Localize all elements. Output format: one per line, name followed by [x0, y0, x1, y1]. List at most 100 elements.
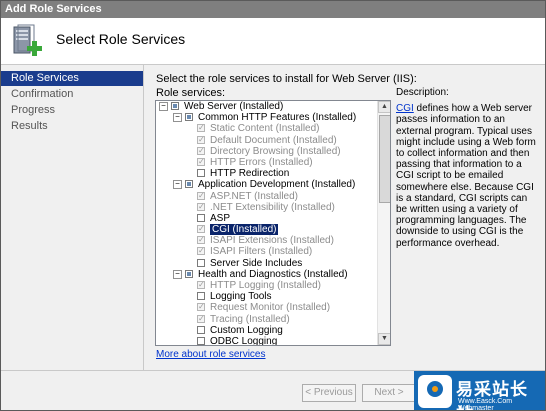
collapse-toggle-icon[interactable]: − — [173, 113, 182, 123]
role-service-label[interactable]: HTTP Errors (Installed) — [210, 157, 313, 168]
tree-row[interactable]: ✓ Request Monitor (Installed) — [156, 302, 377, 313]
scroll-down-arrow-icon[interactable]: ▼ — [378, 333, 390, 345]
more-about-role-services-link[interactable]: More about role services — [156, 349, 266, 360]
watermark-logo-icon — [418, 375, 452, 408]
watermark-banner: 易采站长站 Www.Easck.Com Webmaster — [414, 371, 545, 411]
tree-row[interactable]: ASP — [156, 213, 377, 224]
cgi-help-link[interactable]: CGI — [396, 103, 414, 114]
role-checkbox[interactable] — [197, 213, 205, 222]
role-checkbox: ✓ — [197, 280, 205, 289]
role-service-label[interactable]: ASP.NET (Installed) — [210, 191, 298, 202]
role-checkbox: ✓ — [197, 201, 205, 211]
role-checkbox[interactable] — [185, 180, 193, 189]
page-title: Select Role Services — [56, 31, 186, 47]
role-service-label[interactable]: Tracing (Installed) — [210, 314, 290, 325]
scroll-up-arrow-icon[interactable]: ▲ — [378, 101, 390, 113]
role-checkbox[interactable] — [197, 258, 205, 267]
tree-row[interactable]: ✓ ASP.NET (Installed) — [156, 191, 377, 202]
tree-row[interactable]: − Web Server (Installed) — [156, 101, 377, 112]
role-service-label[interactable]: Directory Browsing (Installed) — [210, 146, 341, 157]
wizard-button-bar: < Previous Next > 易采站长站 Www.Easck.Com We… — [1, 370, 545, 411]
tree-row[interactable]: ✓ HTTP Logging (Installed) — [156, 280, 377, 291]
tree-row[interactable]: ✓ HTTP Errors (Installed) — [156, 157, 377, 168]
description-body: CGI defines how a Web server passes info… — [396, 103, 541, 249]
tree-rows: − Web Server (Installed) − Common HTTP Feat… — [156, 101, 377, 345]
scroll-thumb[interactable] — [379, 115, 390, 203]
role-service-label[interactable]: Server Side Includes — [210, 258, 302, 269]
tree-row[interactable]: − Health and Diagnostics (Installed) — [156, 269, 377, 280]
role-checkbox[interactable] — [197, 325, 205, 334]
role-service-label[interactable]: CGI (Installed) — [210, 224, 279, 236]
tree-row[interactable]: ✓ Static Content (Installed) — [156, 123, 377, 134]
collapse-toggle-icon[interactable]: − — [159, 102, 168, 111]
role-services-tree[interactable]: − Web Server (Installed) − Common HTTP Feat… — [155, 100, 391, 346]
previous-button[interactable]: < Previous — [302, 384, 356, 402]
tree-row[interactable]: ✓ ISAPI Extensions (Installed) — [156, 235, 377, 246]
server-add-icon — [13, 24, 42, 56]
role-checkbox: ✓ — [197, 246, 205, 256]
tree-row[interactable]: Custom Logging — [156, 325, 377, 336]
role-services-label: Role services: — [156, 87, 226, 99]
instruction-text: Select the role services to install for … — [156, 73, 417, 85]
role-service-label[interactable]: .NET Extensibility (Installed) — [210, 202, 335, 213]
role-service-label[interactable]: Web Server (Installed) — [184, 101, 283, 112]
wizard-header: Select Role Services — [1, 18, 545, 65]
add-role-services-window: Add Role Services Select Role Services R… — [0, 0, 546, 411]
description-text: defines how a Web server passes informat… — [396, 103, 536, 249]
role-checkbox: ✓ — [197, 145, 205, 155]
collapse-toggle-icon[interactable]: − — [173, 269, 182, 279]
role-service-label[interactable]: Request Monitor (Installed) — [210, 302, 330, 313]
role-service-label[interactable]: ASP — [210, 213, 230, 224]
role-checkbox: ✓ — [197, 123, 205, 133]
role-checkbox[interactable] — [185, 113, 193, 122]
role-checkbox[interactable] — [197, 292, 205, 301]
role-checkbox[interactable] — [171, 102, 179, 110]
role-service-label[interactable]: Health and Diagnostics (Installed) — [198, 269, 348, 280]
step-progress: Progress — [11, 104, 56, 116]
role-service-label[interactable]: Static Content (Installed) — [210, 123, 320, 134]
tree-row[interactable]: ✓ .NET Extensibility (Installed) — [156, 202, 377, 213]
role-service-label[interactable]: Application Development (Installed) — [198, 179, 355, 190]
wizard-content: Select the role services to install for … — [144, 65, 545, 370]
tree-row[interactable]: − Application Development (Installed) — [156, 179, 377, 190]
role-checkbox: ✓ — [197, 235, 205, 245]
role-checkbox: ✓ — [197, 224, 205, 234]
next-button[interactable]: Next > — [362, 384, 416, 402]
role-service-label[interactable]: ISAPI Filters (Installed) — [210, 246, 312, 257]
role-checkbox: ✓ — [197, 156, 205, 166]
role-checkbox[interactable] — [197, 336, 205, 345]
role-service-label[interactable]: HTTP Redirection — [210, 168, 289, 179]
role-service-label[interactable]: ISAPI Extensions (Installed) — [210, 235, 334, 246]
tree-scrollbar[interactable]: ▲ ▼ — [377, 101, 390, 345]
description-heading: Description: — [396, 87, 449, 98]
tree-row[interactable]: ✓ ISAPI Filters (Installed) — [156, 246, 377, 257]
wizard-step-nav: Role Services Confirmation Progress Resu… — [1, 65, 144, 370]
role-service-label[interactable]: HTTP Logging (Installed) — [210, 280, 321, 291]
role-service-label[interactable]: Common HTTP Features (Installed) — [198, 112, 356, 123]
tree-row[interactable]: HTTP Redirection — [156, 168, 377, 179]
role-service-label[interactable]: Custom Logging — [210, 325, 283, 336]
tree-row[interactable]: ODBC Logging — [156, 336, 377, 345]
role-checkbox: ✓ — [197, 313, 205, 323]
watermark-subtext: Www.Easck.Com Webmaster — [458, 398, 513, 411]
tree-row[interactable]: ✓ Directory Browsing (Installed) — [156, 146, 377, 157]
role-service-label[interactable]: ODBC Logging — [210, 336, 277, 345]
role-service-label[interactable]: Default Document (Installed) — [210, 135, 337, 146]
tree-row[interactable]: − Common HTTP Features (Installed) — [156, 112, 377, 123]
tree-row[interactable]: Logging Tools — [156, 291, 377, 302]
step-results: Results — [11, 120, 48, 132]
role-checkbox: ✓ — [197, 190, 205, 200]
step-role-services[interactable]: Role Services — [1, 71, 143, 86]
tree-row[interactable]: ✓ Default Document (Installed) — [156, 135, 377, 146]
tree-row[interactable]: Server Side Includes — [156, 258, 377, 269]
tree-row[interactable]: ✓ Tracing (Installed) — [156, 314, 377, 325]
collapse-toggle-icon[interactable]: − — [173, 180, 182, 190]
role-checkbox[interactable] — [197, 169, 205, 178]
step-confirmation: Confirmation — [11, 88, 74, 100]
window-title-bar[interactable]: Add Role Services — [1, 1, 545, 18]
role-service-label[interactable]: Logging Tools — [210, 291, 272, 302]
window-title: Add Role Services — [5, 3, 102, 15]
tree-row[interactable]: ✓ CGI (Installed) — [156, 224, 377, 236]
role-checkbox[interactable] — [185, 269, 193, 278]
description-panel: Description: CGI defines how a Web serve… — [396, 87, 541, 249]
